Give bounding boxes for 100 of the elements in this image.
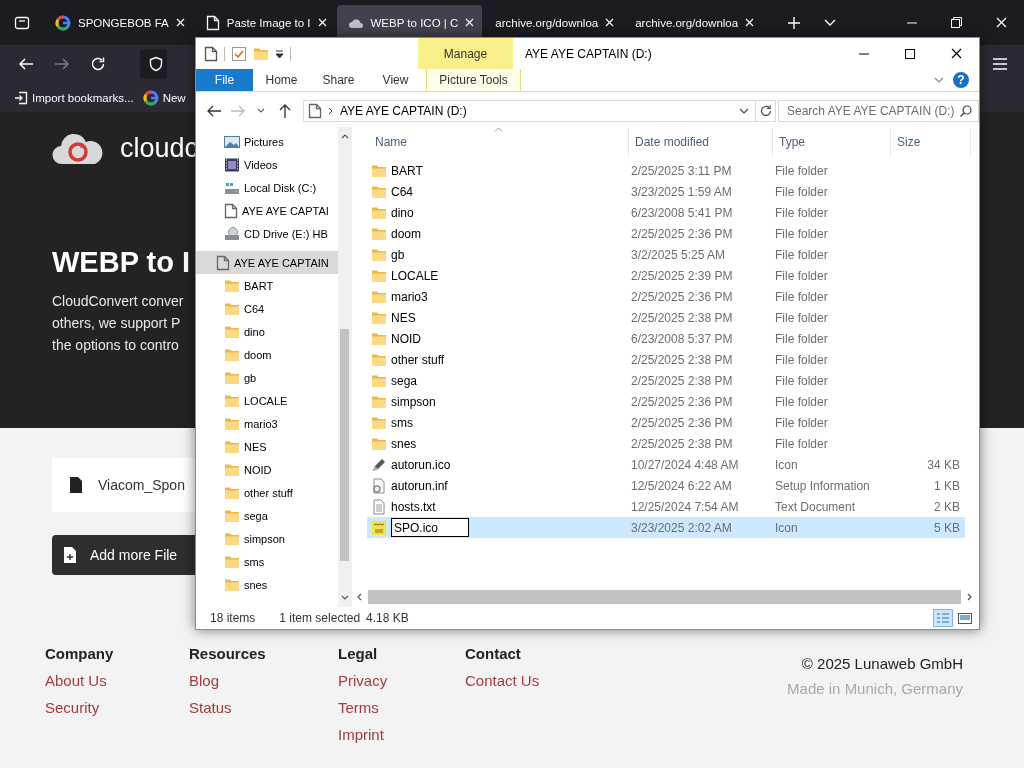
folder-icon xyxy=(371,205,387,220)
file-row[interactable]: hosts.txt 12/25/2024 7:54 AM Text Document 2 KB xyxy=(367,496,965,517)
footer-link[interactable]: Blog xyxy=(189,670,338,691)
nav-item[interactable]: mario3 xyxy=(196,412,338,435)
file-row[interactable]: mario3 2/25/2025 2:36 PM File folder xyxy=(367,286,965,307)
back-arrow-icon[interactable] xyxy=(18,56,34,72)
size-cell-text: 1 KB xyxy=(933,478,960,493)
dropdown-caret-icon[interactable] xyxy=(275,48,284,59)
file-row[interactable]: C64 3/23/2025 1:59 AM File folder xyxy=(367,181,965,202)
file-row[interactable]: dino 6/23/2008 5:41 PM File folder xyxy=(367,202,965,223)
scrollbar-thumb[interactable] xyxy=(340,329,349,561)
column-header[interactable]: Name xyxy=(369,128,629,156)
file-row[interactable]: other stuff 2/25/2025 2:38 PM File folder xyxy=(367,349,965,370)
restore-icon[interactable] xyxy=(951,17,962,28)
search-field[interactable]: Search AYE AYE CAPTAIN (D:) xyxy=(778,100,979,122)
column-header[interactable]: Type xyxy=(773,128,891,156)
file-row[interactable]: autorun.ico 10/27/2024 4:48 AM Icon 34 KB xyxy=(367,454,965,475)
scrollbar-thumb[interactable] xyxy=(368,590,961,604)
scroll-down-icon[interactable] xyxy=(340,595,349,601)
manage-tab[interactable]: Manage xyxy=(418,38,513,69)
nav-item[interactable]: doom xyxy=(196,343,338,366)
ribbon-tab[interactable]: Share xyxy=(310,69,367,91)
back-arrow-icon[interactable] xyxy=(206,105,221,117)
bookmark-item[interactable]: New xyxy=(142,89,186,106)
refresh-icon[interactable] xyxy=(759,105,772,117)
nav-item[interactable]: C64 xyxy=(196,297,338,320)
nav-item[interactable]: BART xyxy=(196,274,338,297)
footer-link[interactable]: Imprint xyxy=(338,724,465,745)
nav-item[interactable]: Pictures xyxy=(196,130,338,153)
file-row[interactable]: NES 2/25/2025 2:38 PM File folder xyxy=(367,307,965,328)
browser-tab[interactable]: SPONGEBOB FA xyxy=(44,4,193,41)
file-row[interactable]: gb 3/2/2025 5:25 AM File folder xyxy=(367,244,965,265)
nav-item[interactable]: AYE AYE CAPTAI xyxy=(196,199,338,222)
file-row[interactable]: sms 2/25/2025 2:36 PM File folder xyxy=(367,412,965,433)
file-row[interactable]: snes 2/25/2025 2:38 PM File folder xyxy=(367,433,965,454)
browser-tab[interactable]: archive.org/downloa xyxy=(484,4,623,41)
close-tab-icon[interactable] xyxy=(745,18,755,27)
scroll-left-icon[interactable] xyxy=(356,593,362,601)
address-field[interactable]: AYE AYE CAPTAIN (D:) xyxy=(303,100,757,122)
add-files-button[interactable]: Add more File xyxy=(52,535,195,575)
footer-link[interactable]: Status xyxy=(189,697,338,718)
footer-link[interactable]: Security xyxy=(45,697,189,718)
file-row[interactable]: SPO.ico 3/23/2025 2:02 AM Icon 5 KB xyxy=(367,517,965,538)
forward-arrow-icon[interactable] xyxy=(54,56,70,72)
browser-tab[interactable]: archive.org/downloa xyxy=(624,4,763,41)
file-row[interactable]: BART 2/25/2025 3:11 PM File folder xyxy=(367,160,965,181)
nav-item[interactable]: sms xyxy=(196,550,338,573)
footer-link[interactable]: About Us xyxy=(45,670,189,691)
close-tab-icon[interactable] xyxy=(465,18,475,27)
properties-icon[interactable] xyxy=(231,45,247,62)
nav-item[interactable]: dino xyxy=(196,320,338,343)
nav-item[interactable]: snes xyxy=(196,573,338,596)
column-header[interactable]: Date modified xyxy=(629,128,773,156)
reload-icon[interactable] xyxy=(90,56,106,72)
footer-link[interactable]: Contact Us xyxy=(465,670,665,691)
close-tab-icon[interactable] xyxy=(317,18,327,27)
file-row[interactable]: LOCALE 2/25/2025 2:39 PM File folder xyxy=(367,265,965,286)
file-row[interactable]: autorun.inf 12/5/2024 6:22 AM Setup Information 1 KB xyxy=(367,475,965,496)
type-cell-text: File folder xyxy=(774,331,829,346)
large-icons-view-icon[interactable] xyxy=(957,611,973,625)
file-name: Viacom_Spon xyxy=(98,477,185,493)
nav-item[interactable]: LOCALE xyxy=(196,389,338,412)
nav-item[interactable]: sega xyxy=(196,504,338,527)
file-menu-tab[interactable]: File xyxy=(196,69,253,91)
footer-link[interactable]: Terms xyxy=(338,697,465,718)
nav-item[interactable]: Local Disk (C:) xyxy=(196,176,338,199)
ribbon-tab[interactable]: Home xyxy=(253,69,310,91)
nav-item[interactable]: other stuff xyxy=(196,481,338,504)
plus-icon[interactable] xyxy=(787,15,802,30)
file-row[interactable]: simpson 2/25/2025 2:36 PM File folder xyxy=(367,391,965,412)
nav-item[interactable]: Videos xyxy=(196,153,338,176)
browser-tab[interactable]: Paste Image to I xyxy=(194,4,335,41)
close-tab-icon[interactable] xyxy=(605,18,615,27)
address-bar[interactable] xyxy=(140,49,167,79)
column-header[interactable]: Size xyxy=(891,128,971,156)
up-arrow-icon[interactable] xyxy=(279,104,292,118)
tab-list-icon[interactable] xyxy=(14,14,30,31)
bookmark-item[interactable]: Import bookmarks... xyxy=(14,90,134,105)
help-icon[interactable]: ? xyxy=(953,72,969,88)
logo-text[interactable]: cloudc xyxy=(120,132,199,164)
nav-item[interactable]: NES xyxy=(196,435,338,458)
nav-item[interactable]: NOID xyxy=(196,458,338,481)
nav-item[interactable]: AYE AYE CAPTAIN xyxy=(196,251,338,274)
nav-item[interactable]: simpson xyxy=(196,527,338,550)
maximize-icon[interactable] xyxy=(905,48,915,59)
menu-icon[interactable] xyxy=(993,58,1007,70)
ribbon-tab[interactable]: View xyxy=(367,69,424,91)
file-row[interactable]: sega 2/25/2025 2:38 PM File folder xyxy=(367,370,965,391)
footer-link[interactable]: Privacy xyxy=(338,670,465,691)
search-icon[interactable] xyxy=(960,105,972,117)
scroll-up-icon[interactable] xyxy=(340,133,349,139)
close-tab-icon[interactable] xyxy=(175,18,185,27)
close-icon[interactable] xyxy=(950,48,962,59)
file-row[interactable]: NOID 6/23/2008 5:37 PM File folder xyxy=(367,328,965,349)
rename-field[interactable]: SPO.ico xyxy=(391,518,469,537)
file-row[interactable]: doom 2/25/2025 2:36 PM File folder xyxy=(367,223,965,244)
scroll-right-icon[interactable] xyxy=(967,593,973,601)
nav-item[interactable]: CD Drive (E:) HB xyxy=(196,222,338,245)
nav-item[interactable]: gb xyxy=(196,366,338,389)
recent-dropdown-icon[interactable] xyxy=(257,108,266,114)
